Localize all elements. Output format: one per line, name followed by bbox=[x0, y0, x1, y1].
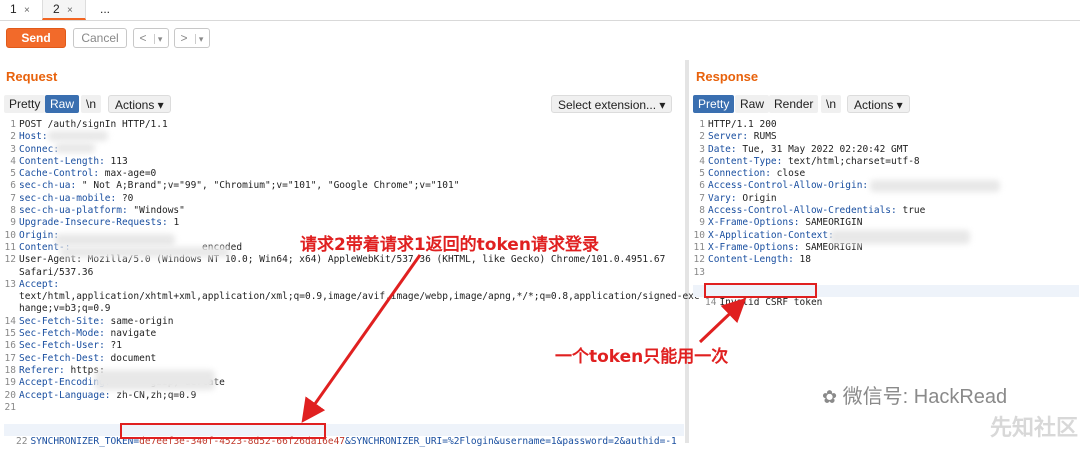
response-note-arrow bbox=[698, 297, 747, 344]
response-note: 一个token只能用一次 bbox=[555, 347, 729, 367]
watermark: ✿ 微信号: HackRead bbox=[822, 380, 1007, 409]
request-note-arrow bbox=[301, 254, 422, 423]
site-watermark: 先知社区 bbox=[990, 415, 1079, 440]
annotation-arrows bbox=[301, 254, 747, 423]
watermark-text: 微信号: HackRead bbox=[842, 386, 1008, 408]
wechat-icon: ✿ bbox=[822, 387, 838, 407]
request-note: 请求2带着请求1返回的token请求登录 bbox=[300, 235, 599, 255]
